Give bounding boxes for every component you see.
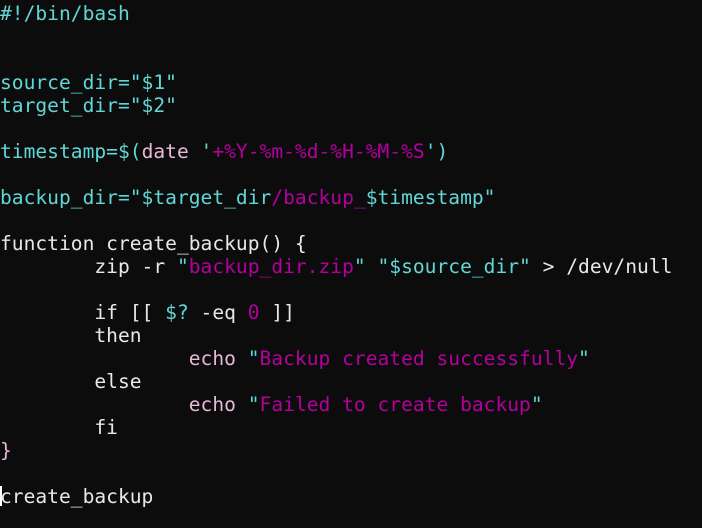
code-line: echo "Failed to create backup" — [0, 393, 702, 416]
code-token: #!/bin/bash — [0, 2, 130, 25]
code-line: #!/bin/bash — [0, 2, 702, 25]
code-token: echo — [0, 347, 248, 370]
code-line: then — [0, 324, 702, 347]
code-token: " — [247, 393, 260, 416]
code-token: then — [0, 324, 142, 347]
code-token: function create_backup() { — [0, 232, 307, 255]
terminal-editor[interactable]: #!/bin/bash source_dir="$1" target_dir="$… — [0, 0, 702, 528]
code-token: else — [0, 370, 142, 393]
code-token: timestamp=$( — [0, 140, 142, 163]
code-token: echo — [0, 393, 248, 416]
code-token: zip -r — [0, 255, 177, 278]
code-token: 0 — [247, 301, 260, 324]
code-token: fi — [0, 416, 118, 439]
code-token: date — [141, 140, 201, 163]
code-line: fi — [0, 416, 702, 439]
code-line: if [[ $? -eq 0 ]] — [0, 301, 702, 324]
code-line: else — [0, 370, 702, 393]
code-token: $source_dir" — [389, 255, 531, 278]
code-token: ' — [200, 140, 213, 163]
code-token: " — [578, 347, 590, 370]
code-token: source_dir="$1" — [0, 71, 177, 94]
code-token: Failed to create backup — [259, 393, 531, 416]
code-token: -eq — [188, 301, 248, 324]
code-token: " — [530, 393, 543, 416]
code-token: " — [176, 255, 189, 278]
code-token: backup_dir.zip — [188, 255, 354, 278]
code-line: echo "Backup created successfully" — [0, 347, 702, 370]
code-line: timestamp=$(date '+%Y-%m-%d-%H-%M-%S') — [0, 140, 702, 163]
code-token: create_backup — [0, 485, 154, 508]
code-line: create_backup — [0, 485, 702, 508]
code-token: Backup created successfully — [259, 347, 579, 370]
code-line: function create_backup() { — [0, 232, 702, 255]
code-token: } — [0, 439, 12, 462]
code-token: > /dev/null — [530, 255, 673, 278]
code-line: source_dir="$1" — [0, 71, 702, 94]
code-token: ') — [424, 140, 449, 163]
code-token: $timestamp" — [365, 186, 496, 209]
code-token: ]] — [259, 301, 295, 324]
code-token: backup_dir="$target_dir — [0, 186, 272, 209]
code-token: +%Y-%m-%d-%H-%M-%S — [212, 140, 425, 163]
code-line: zip -r "backup_dir.zip" "$source_dir" > … — [0, 255, 702, 278]
code-token: " " — [353, 255, 390, 278]
code-line: } — [0, 439, 702, 462]
code-line: backup_dir="$target_dir/backup_$timestam… — [0, 186, 702, 209]
code-token: if [[ — [0, 301, 166, 324]
code-token: target_dir="$2" — [0, 94, 177, 117]
code-token: /backup_ — [271, 186, 366, 209]
code-line: target_dir="$2" — [0, 94, 702, 117]
code-token: $? — [165, 301, 189, 324]
code-token: " — [247, 347, 260, 370]
